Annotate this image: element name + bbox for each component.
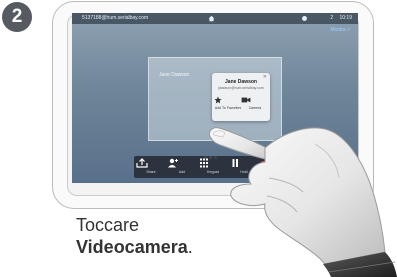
caption-line-2: Videocamera. (76, 236, 193, 258)
caption-line-1: Toccare (76, 215, 140, 235)
popup-participant-uri: jdawson@hum.serialbay.com (218, 86, 264, 90)
share-label: Share (146, 170, 156, 174)
instruction-caption: Toccare Videocamera. (76, 214, 193, 258)
add-button[interactable]: Add (167, 158, 197, 174)
remote-participant-name: Jane Dawson (159, 72, 190, 78)
share-button[interactable]: Share (136, 158, 166, 174)
pointing-hand-illustration (208, 127, 397, 277)
add-label: Add (178, 170, 186, 174)
step-number-badge: 2 (2, 2, 32, 32)
popup-participant-name: Jane Dawson (225, 79, 257, 85)
status-bar: 5137188@hum.serialbay.com 2 10:19 (72, 13, 358, 24)
notification-badge: 2 (330, 15, 334, 21)
share-tray-icon (136, 158, 148, 168)
add-participant-icon (168, 158, 178, 168)
home-icon[interactable] (208, 15, 215, 22)
presence-icon (302, 16, 307, 21)
caption-suffix: . (187, 237, 193, 257)
caption-target-label: Videocamera (76, 237, 188, 257)
sip-address: 5137188@hum.serialbay.com (82, 15, 149, 21)
clock: 10:19 (339, 15, 352, 21)
self-view-link[interactable]: Mostra > (330, 27, 350, 33)
